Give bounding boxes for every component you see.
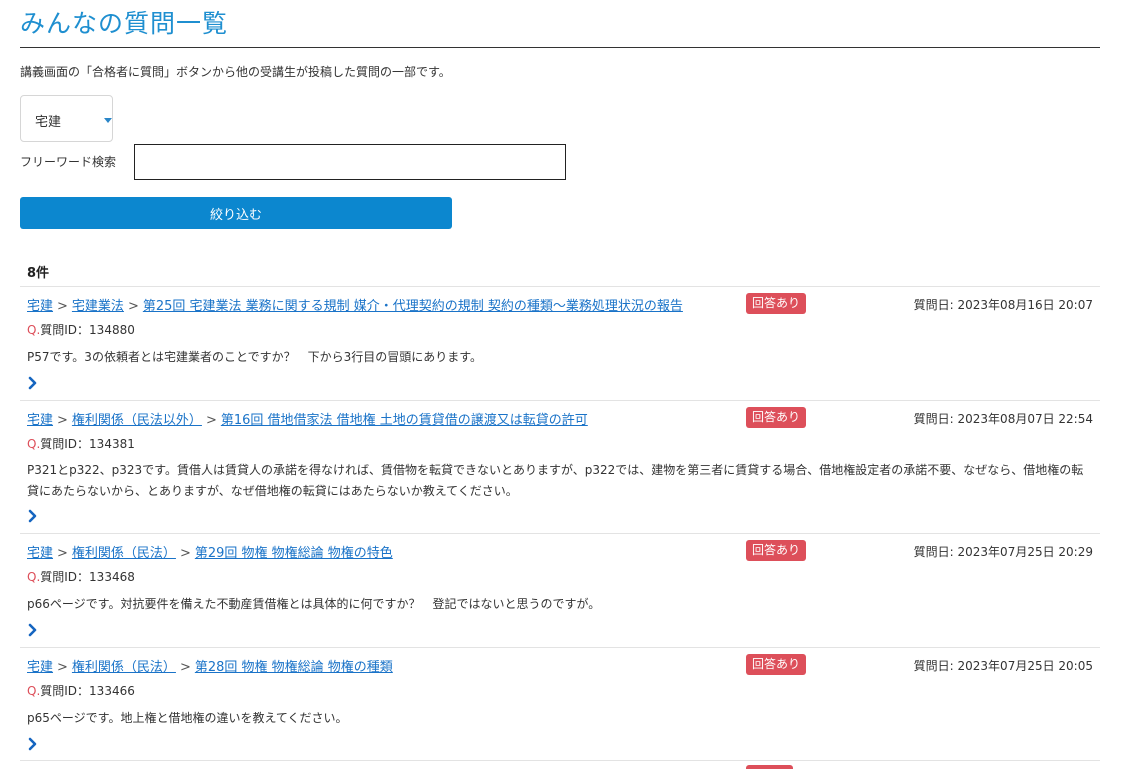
question-id: Q.質問ID：134381: [27, 435, 135, 452]
question-id-prefix: Q.: [27, 684, 41, 698]
item-divider: [20, 760, 1100, 761]
question-id-prefix: Q.: [27, 570, 41, 584]
answered-badge: 回答あり: [746, 407, 807, 428]
breadcrumb-separator: >: [57, 413, 68, 428]
question-body: P321とp322、p323です。賃借人は賃貸人の承諾を得なければ、賃借物を転貸…: [27, 463, 1084, 498]
page-title: みんなの質問一覧: [20, 9, 229, 38]
question-id: Q.質問ID：133466: [27, 682, 135, 699]
breadcrumb-link-subject[interactable]: 権利関係（民法）: [72, 660, 176, 675]
filter-button[interactable]: 絞り込む: [20, 197, 452, 229]
breadcrumb-link-subject[interactable]: 権利関係（民法）: [72, 546, 176, 561]
question-date: 質問日: 2023年08月07日 22:54: [913, 412, 1093, 426]
question-id-value: 質問ID：134381: [40, 437, 135, 451]
breadcrumb-link-exam[interactable]: 宅建: [27, 413, 53, 428]
intro-text: 講義画面の「合格者に質問」ボタンから他の受講生が投稿した質問の一部です。: [20, 65, 451, 79]
question-body: p65ページです。地上権と借地権の違いを教えてください。: [27, 711, 348, 725]
answered-badge: 回答あり: [746, 293, 807, 314]
breadcrumb-link-exam[interactable]: 宅建: [27, 299, 53, 314]
breadcrumb-separator: >: [179, 546, 191, 561]
category-select[interactable]: 宅建: [20, 95, 113, 142]
question-item: 宅建 > 権利関係（民法） > 第28回 物権 物権総論 物権の種類 回答あり 質問日:…: [20, 648, 1100, 761]
category-select-value: 宅建: [35, 115, 62, 130]
breadcrumb-separator: >: [57, 546, 68, 561]
question-date: 質問日: 2023年07月25日 20:29: [913, 545, 1093, 559]
question-id: Q.質問ID：133468: [27, 568, 135, 585]
question-date: 質問日: 2023年07月25日 20:05: [913, 659, 1093, 673]
question-id-value: 質問ID：133468: [40, 570, 135, 584]
question-id-prefix: Q.: [27, 323, 41, 337]
breadcrumb-link-exam[interactable]: 宅建: [27, 546, 53, 561]
breadcrumb: 宅建 > 権利関係（民法） > 第29回 物権 物権総論 物権の特色: [27, 542, 393, 561]
question-id-value: 質問ID：134880: [40, 323, 135, 337]
breadcrumb-separator: >: [179, 660, 191, 675]
question-id: Q.質問ID：134880: [27, 321, 135, 338]
chevron-right-icon[interactable]: [27, 737, 39, 751]
question-body: p66ページです。対抗要件を備えた不動産賃借権とは具体的に何ですか？ 登記ではな…: [27, 597, 601, 611]
breadcrumb-link-subject[interactable]: 権利関係（民法以外）: [72, 413, 202, 428]
keyword-search-input[interactable]: [134, 144, 566, 180]
breadcrumb-link-lecture[interactable]: 第25回 宅建業法 業務に関する規制 媒介・代理契約の規制 契約の種類〜業務処理…: [143, 299, 683, 314]
breadcrumb-separator: >: [57, 660, 68, 675]
breadcrumb-link-exam[interactable]: 宅建: [27, 660, 53, 675]
question-id-value: 質問ID：133466: [40, 684, 135, 698]
question-item: 宅建 > 権利関係（民法） > 第29回 物権 物権総論 物権の特色 回答あり 質問日:…: [20, 534, 1100, 648]
caret-down-icon: [104, 118, 112, 123]
chevron-right-icon[interactable]: [27, 623, 39, 637]
breadcrumb-link-subject[interactable]: 宅建業法: [72, 299, 124, 314]
question-body: P57です。3の依頼者とは宅建業者のことですか？ 下から3行目の冒頭にあります。: [27, 350, 483, 364]
chevron-right-icon[interactable]: [27, 509, 39, 523]
breadcrumb-separator: >: [205, 413, 217, 428]
answered-badge: 回答あり: [746, 654, 807, 675]
breadcrumb-link-lecture[interactable]: 第29回 物権 物権総論 物権の特色: [195, 546, 393, 561]
breadcrumb: 宅建 > 宅建業法 > 第25回 宅建業法 業務に関する規制 媒介・代理契約の規制 契約…: [27, 295, 683, 314]
result-count: 8件: [27, 266, 50, 281]
question-date: 質問日: 2023年08月16日 20:07: [913, 298, 1093, 312]
breadcrumb-separator: >: [127, 299, 139, 314]
breadcrumb-separator: >: [57, 299, 68, 314]
chevron-right-icon[interactable]: [27, 376, 39, 390]
breadcrumb: 宅建 > 権利関係（民法） > 第28回 物権 物権総論 物権の種類: [27, 656, 393, 675]
question-item: 宅建 > 権利関係（民法以外） > 第16回 借地借家法 借地権 土地の賃貸借の譲渡又は…: [20, 401, 1100, 534]
answered-badge: 回答あり: [746, 540, 807, 561]
questions-page: みんなの質問一覧 講義画面の「合格者に質問」ボタンから他の受講生が投稿した質問の…: [0, 0, 1127, 769]
title-divider: [20, 47, 1100, 48]
breadcrumb: 宅建 > 権利関係（民法以外） > 第16回 借地借家法 借地権 土地の賃貸借の譲渡又は…: [27, 409, 588, 428]
breadcrumb-link-lecture[interactable]: 第28回 物権 物権総論 物権の種類: [195, 660, 393, 675]
answered-badge: [746, 765, 793, 769]
keyword-label: フリーワード検索: [20, 155, 117, 169]
breadcrumb-link-lecture[interactable]: 第16回 借地借家法 借地権 土地の賃貸借の譲渡又は転貸の許可: [221, 413, 588, 428]
question-id-prefix: Q.: [27, 437, 41, 451]
question-item: 宅建 > 宅建業法 > 第25回 宅建業法 業務に関する規制 媒介・代理契約の規制 契約…: [20, 287, 1100, 401]
